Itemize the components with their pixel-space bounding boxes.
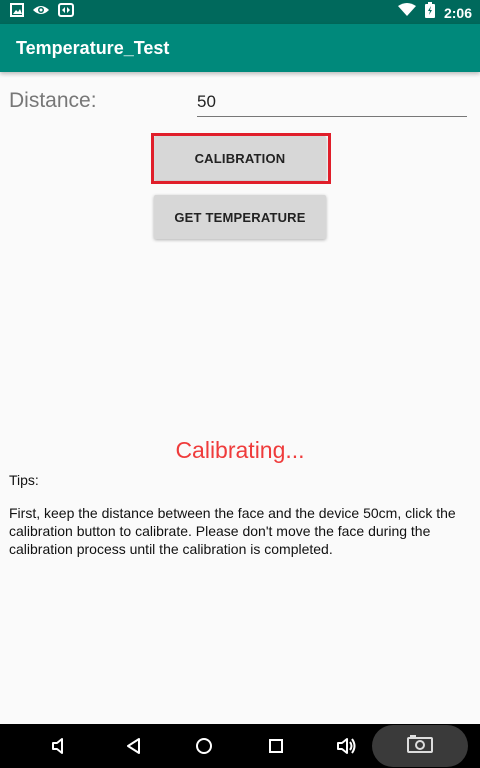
status-time: 2:06 [443,4,472,21]
calibration-status-message: Calibrating... [175,437,305,463]
recents-icon[interactable] [260,724,292,768]
back-icon[interactable] [118,724,150,768]
status-bar-system: 2:06 [397,2,472,23]
eye-icon [32,3,50,22]
wifi-icon [397,3,416,22]
remote-icon [58,3,74,22]
distance-label: Distance: [9,89,97,112]
screenshot-camera-icon [406,734,434,759]
home-icon[interactable] [188,724,220,768]
calibration-button[interactable]: CALIBRATION [154,136,326,180]
distance-input[interactable] [197,90,467,117]
status-bar: 2:06 [0,0,480,24]
navigation-bar [0,724,480,768]
app-title: Temperature_Test [16,38,170,58]
app-bar: Temperature_Test [0,24,480,72]
battery-charging-icon [424,2,435,23]
get-temperature-button[interactable]: GET TEMPERATURE [154,195,326,239]
tips-heading: Tips: [9,472,39,488]
image-icon [10,3,24,22]
status-bar-notifications [10,3,74,22]
tips-text: First, keep the distance between the fac… [9,505,456,557]
screenshot-button[interactable] [372,725,468,767]
volume-up-icon[interactable] [330,724,364,768]
volume-down-icon[interactable] [44,724,76,768]
